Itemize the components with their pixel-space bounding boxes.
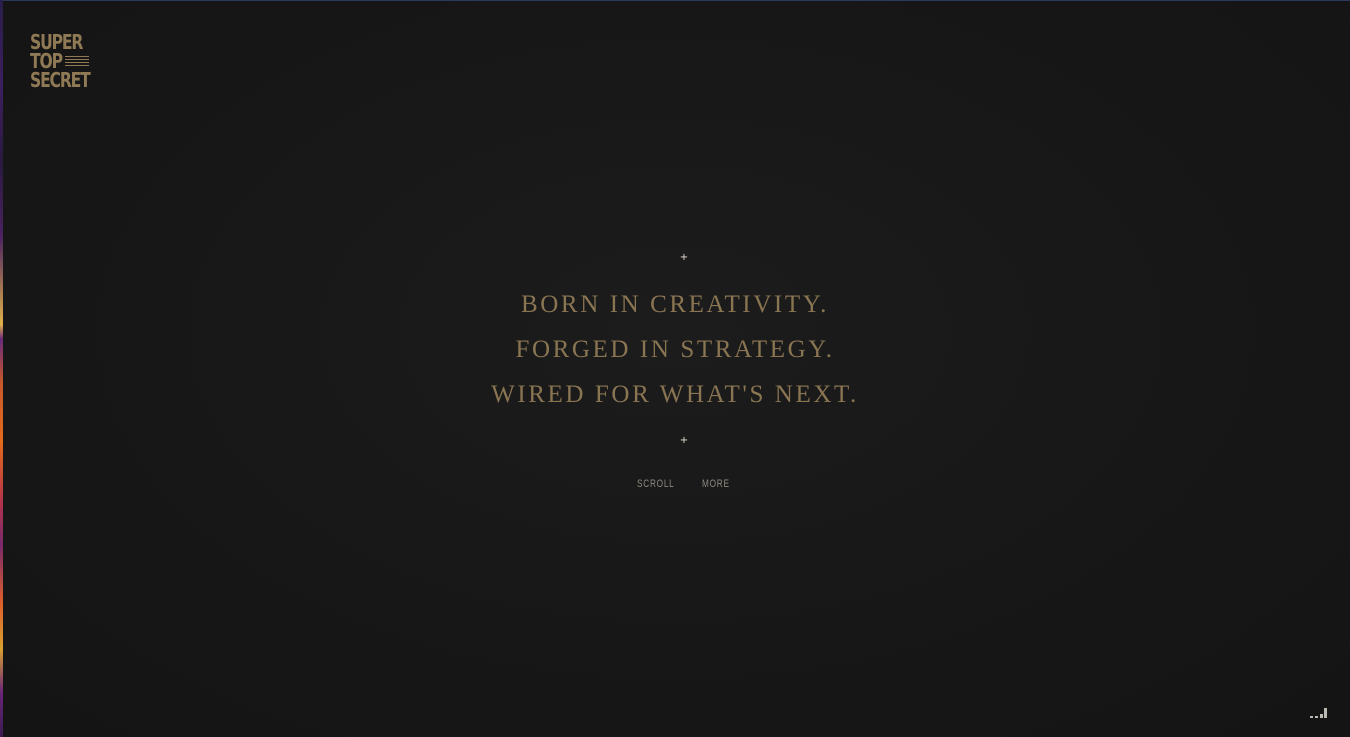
logo-line-secret: SECRET [30,68,91,92]
hamburger-icon[interactable] [65,56,89,68]
tagline-line-3: WIRED FOR WHAT'S NEXT. [491,381,859,408]
plus-icon: + [679,435,689,446]
tagline-line-2: FORGED IN STRATEGY. [515,336,835,363]
color-edge-strip [0,0,3,737]
landing-page: SUPER TOP SECRET + BORN IN CREATIVITY. F… [0,0,1350,737]
tagline-line-1: BORN IN CREATIVITY. [521,291,829,318]
more-link[interactable]: MORE [702,478,730,490]
audio-bars-icon[interactable] [1310,706,1328,718]
plus-icon: + [679,252,689,263]
scroll-link[interactable]: SCROLL [637,478,675,490]
top-border [0,0,1350,1]
